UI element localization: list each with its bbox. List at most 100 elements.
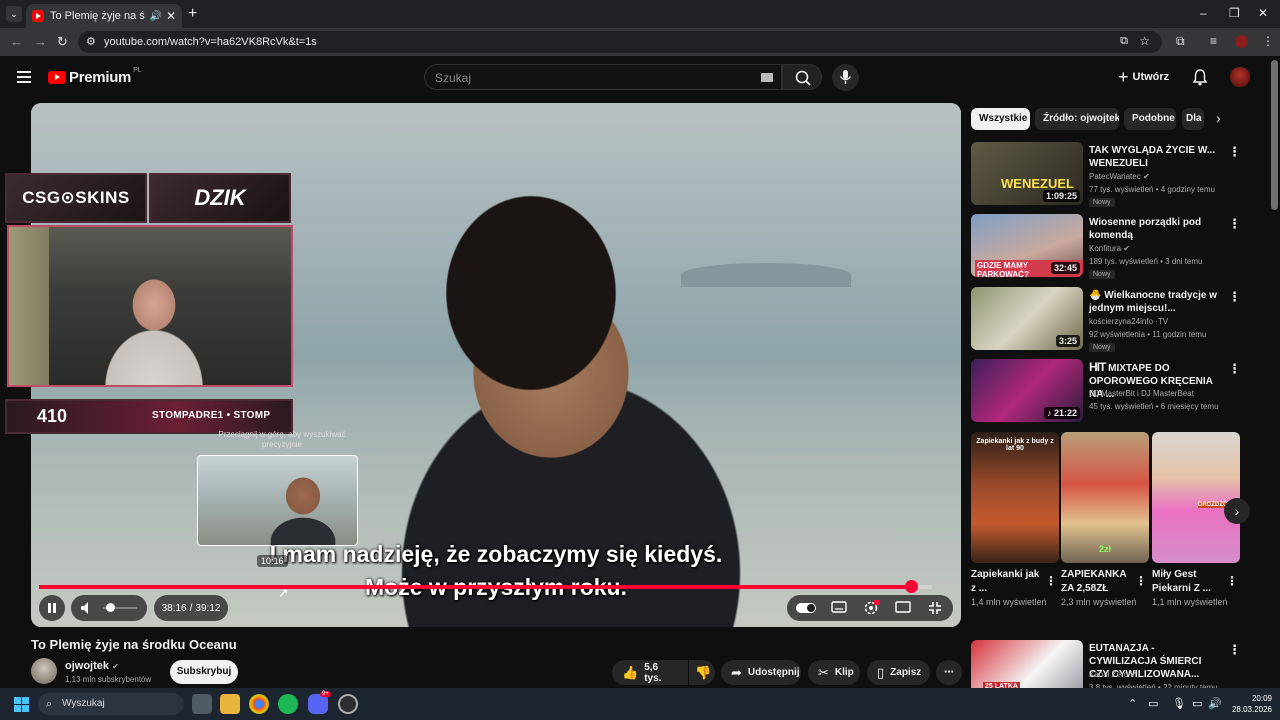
windows-start-icon[interactable] bbox=[14, 697, 29, 712]
discord-icon[interactable]: 9+ bbox=[308, 691, 331, 714]
more-vertical-icon[interactable]: ⋮ bbox=[1135, 574, 1147, 588]
cast-icon[interactable]: ⧉ bbox=[1120, 35, 1128, 48]
chip-source[interactable]: Źródło: ojwojtek bbox=[1035, 108, 1119, 130]
browser-tab-active[interactable]: To Plemię żyje na środku Oceanu 🔊 ✕ bbox=[26, 4, 182, 28]
recommendation-title[interactable]: TAK WYGLĄDA ŻYCIE W... WENEZUELI bbox=[1089, 144, 1221, 170]
new-tab-button[interactable]: + bbox=[188, 5, 197, 23]
more-vertical-icon[interactable]: ⋮ bbox=[1228, 289, 1241, 305]
autoplay-toggle[interactable] bbox=[796, 603, 816, 613]
back-icon[interactable]: ← bbox=[10, 34, 23, 49]
recommendation-thumbnail[interactable]: ♪ 21:22 bbox=[971, 359, 1083, 422]
recommendation-item[interactable]: GDZIE MAMY PARKOWAĆ? 32:45 Wiosenne porz… bbox=[971, 214, 1261, 279]
extensions-icon[interactable]: ⧉ bbox=[1176, 34, 1185, 49]
tray-app-icon[interactable]: ▭ bbox=[1148, 697, 1158, 710]
chip-related[interactable]: Podobne bbox=[1124, 108, 1176, 130]
task-view-icon[interactable] bbox=[192, 694, 212, 714]
recommendation-title[interactable]: Wiosenne porządki pod komendą bbox=[1089, 216, 1221, 242]
clip-button[interactable]: ✂ Klip bbox=[808, 660, 860, 685]
close-window-button[interactable]: ✕ bbox=[1258, 6, 1268, 20]
short-title[interactable]: Zapiekanki jak z ... bbox=[971, 568, 1043, 596]
menu-icon[interactable] bbox=[17, 71, 31, 83]
close-tab-icon[interactable]: ✕ bbox=[166, 9, 176, 23]
forward-icon[interactable]: → bbox=[34, 34, 47, 49]
dislike-button[interactable]: 👎 bbox=[689, 660, 715, 685]
more-vertical-icon[interactable]: ⋮ bbox=[1228, 216, 1241, 232]
volume-tray-icon[interactable]: 🔊 bbox=[1208, 697, 1222, 710]
channel-name-text[interactable]: ojwojtek bbox=[65, 660, 109, 672]
network-icon[interactable]: ▭ bbox=[1192, 697, 1202, 710]
recommendation-channel[interactable]: DJ MasterBit i DJ MasterBeat bbox=[1089, 389, 1194, 398]
chips-next-icon[interactable]: › bbox=[1216, 110, 1221, 126]
channel-name[interactable]: ojwojtek ✔ bbox=[65, 660, 119, 672]
file-explorer-icon[interactable] bbox=[220, 694, 240, 714]
more-vertical-icon[interactable]: ⋮ bbox=[1226, 574, 1238, 588]
short-thumbnail[interactable]: DROŻDŻÓWKA bbox=[1152, 432, 1240, 563]
obs-icon[interactable] bbox=[338, 694, 358, 714]
media-control-icon[interactable]: ≡ bbox=[1210, 34, 1217, 48]
more-vertical-icon[interactable]: ⋮ bbox=[1228, 361, 1241, 377]
share-button[interactable]: ➦ Udostępnij bbox=[721, 660, 801, 685]
keyboard-icon[interactable] bbox=[761, 73, 773, 82]
tab-audio-icon[interactable]: 🔊 bbox=[149, 11, 161, 22]
volume-icon[interactable] bbox=[73, 595, 99, 621]
profile-avatar-icon[interactable] bbox=[1235, 35, 1248, 48]
channel-text[interactable]: Kanał Zero bbox=[1089, 670, 1128, 679]
chrome-icon[interactable] bbox=[249, 694, 269, 714]
address-bar[interactable]: ⚙ youtube.com/watch?v=ha62VK8RcVk&t=1s ⧉… bbox=[78, 31, 1162, 53]
short-item[interactable]: Zapiekanki jak z budy z lat 90 Zapiekank… bbox=[971, 432, 1059, 608]
save-button[interactable]: ▯ Zapisz bbox=[867, 660, 930, 685]
reload-icon[interactable]: ↻ bbox=[57, 34, 68, 50]
create-button[interactable]: + Utwórz bbox=[1118, 66, 1169, 88]
channel-text[interactable]: Konfitura bbox=[1089, 244, 1121, 253]
volume-control[interactable] bbox=[71, 595, 147, 621]
account-avatar[interactable] bbox=[1230, 67, 1250, 87]
more-vertical-icon[interactable]: ⋮ bbox=[1045, 574, 1057, 588]
search-button[interactable] bbox=[782, 64, 822, 90]
progress-bar[interactable] bbox=[39, 580, 932, 593]
recommendation-thumbnail[interactable]: WENEZUEL 1:09:25 bbox=[971, 142, 1083, 205]
short-title[interactable]: ZAPIEKANKA ZA 2,58ZŁ bbox=[1061, 568, 1133, 596]
channel-text[interactable]: PatecWariatec bbox=[1089, 172, 1141, 181]
theater-mode-icon[interactable] bbox=[893, 600, 913, 617]
search-input[interactable]: Szukaj bbox=[424, 64, 782, 90]
voice-search-button[interactable] bbox=[832, 64, 859, 91]
restore-window-button[interactable]: ❐ bbox=[1229, 6, 1240, 20]
chip-for-you[interactable]: Dla bbox=[1182, 108, 1204, 130]
chip-all[interactable]: Wszystkie bbox=[971, 108, 1030, 130]
progress-scrubber[interactable] bbox=[904, 580, 918, 593]
recommendation-item[interactable]: 3:25 🐣 Wielkanocne tradycje w jednym mie… bbox=[971, 287, 1261, 352]
taskbar-clock[interactable]: 20:09 28.03.2026 bbox=[1226, 693, 1272, 715]
more-actions-button[interactable]: ⋯ bbox=[936, 660, 962, 685]
settings-gear-icon[interactable] bbox=[861, 600, 881, 619]
recommendation-title-text[interactable]: Wielkanocne tradycje w jednym miejscu!..… bbox=[1089, 290, 1217, 314]
tray-chevron-icon[interactable]: ⌃ bbox=[1128, 697, 1137, 710]
fullscreen-exit-icon[interactable] bbox=[925, 600, 945, 619]
bookmark-star-icon[interactable]: ☆ bbox=[1139, 34, 1150, 48]
recommendation-item[interactable]: WENEZUEL 1:09:25 TAK WYGLĄDA ŻYCIE W... … bbox=[971, 142, 1261, 207]
address-url[interactable]: youtube.com/watch?v=ha62VK8RcVk&t=1s bbox=[104, 36, 317, 48]
recommendation-thumbnail[interactable]: 3:25 bbox=[971, 287, 1083, 350]
like-button[interactable]: 👍 5,6 tys. bbox=[612, 660, 688, 685]
more-vertical-icon[interactable]: ⋮ bbox=[1228, 642, 1241, 658]
short-item[interactable]: 2zł ZAPIEKANKA ZA 2,58ZŁ 2,3 mln wyświet… bbox=[1061, 432, 1149, 608]
pause-button[interactable] bbox=[39, 595, 65, 621]
recommendation-title[interactable]: 🐣 Wielkanocne tradycje w jednym miejscu!… bbox=[1089, 289, 1221, 315]
youtube-logo[interactable]: Premium PL bbox=[48, 67, 142, 86]
recommendation-channel[interactable]: kościerzyna24info ·TV bbox=[1089, 317, 1168, 326]
short-thumbnail[interactable]: 2zł bbox=[1061, 432, 1149, 563]
tab-search-button[interactable]: ⌄ bbox=[6, 6, 22, 22]
subscribe-button[interactable]: Subskrybuj bbox=[170, 660, 238, 684]
page-scrollbar[interactable] bbox=[1271, 60, 1278, 210]
taskbar-search[interactable]: ⌕ Wyszukaj bbox=[38, 693, 184, 715]
notifications-bell-icon[interactable] bbox=[1192, 68, 1208, 89]
mic-tray-icon[interactable]: 🎙 bbox=[1172, 697, 1186, 710]
more-vertical-icon[interactable]: ⋮ bbox=[1228, 144, 1241, 160]
site-info-icon[interactable]: ⚙ bbox=[86, 35, 96, 48]
browser-menu-icon[interactable]: ⋮ bbox=[1262, 34, 1274, 48]
short-thumbnail[interactable]: Zapiekanki jak z budy z lat 90 bbox=[971, 432, 1059, 563]
subtitles-icon[interactable] bbox=[829, 600, 849, 617]
spotify-icon[interactable] bbox=[278, 694, 298, 714]
channel-avatar[interactable] bbox=[31, 658, 57, 684]
recommendation-item[interactable]: ♪ 21:22 HIT MIXTAPE DO OPOROWEGO KRĘCENI… bbox=[971, 359, 1261, 423]
volume-slider-handle[interactable] bbox=[106, 603, 116, 612]
